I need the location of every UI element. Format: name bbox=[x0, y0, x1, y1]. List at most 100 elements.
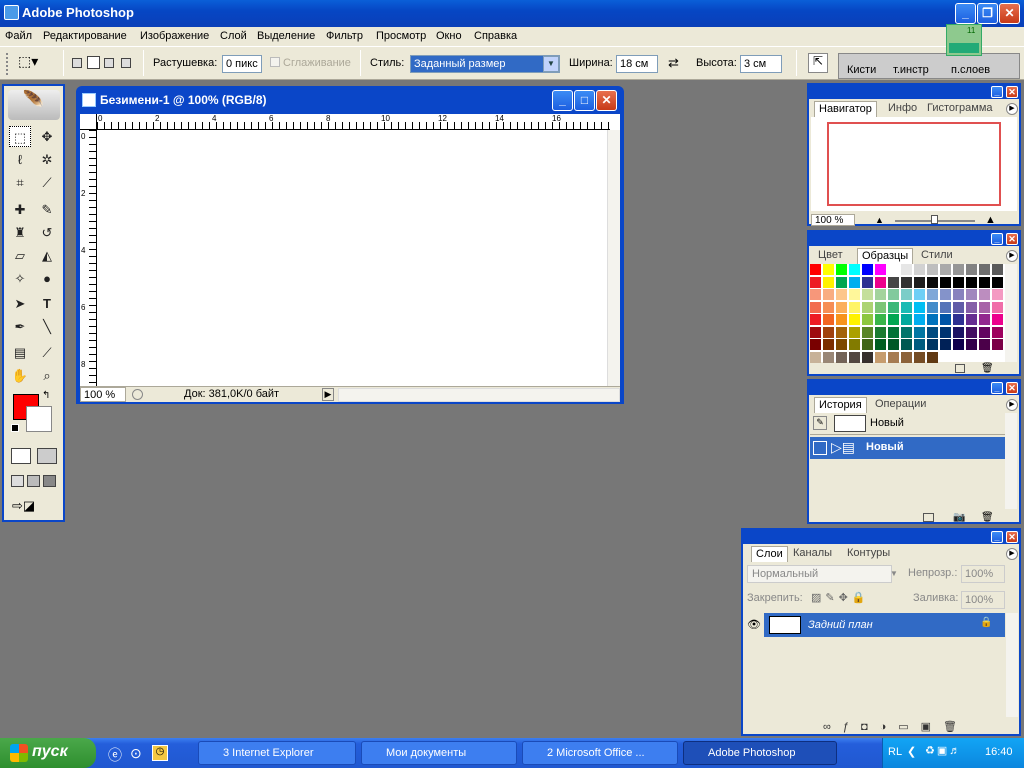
tab-navigator[interactable]: Навигатор bbox=[814, 101, 877, 117]
tab-channels[interactable]: Каналы bbox=[789, 546, 836, 562]
color-swatch[interactable] bbox=[823, 314, 834, 325]
menu-file[interactable]: Файл bbox=[5, 30, 32, 42]
marquee-tool-icon[interactable]: ⬚ bbox=[9, 126, 31, 147]
eye-icon[interactable]: 👁 bbox=[744, 613, 764, 637]
status-icon[interactable] bbox=[132, 389, 143, 400]
palette-menu-icon[interactable]: ▶ bbox=[1006, 250, 1018, 262]
color-swatch[interactable] bbox=[992, 326, 1003, 338]
color-swatch[interactable] bbox=[875, 289, 886, 300]
color-swatch[interactable] bbox=[888, 339, 899, 350]
color-swatch[interactable] bbox=[940, 339, 951, 350]
color-swatch[interactable] bbox=[862, 289, 873, 300]
color-swatch[interactable] bbox=[836, 276, 847, 288]
color-swatch[interactable] bbox=[940, 289, 951, 300]
brush-tool-icon[interactable]: ✎ bbox=[36, 199, 58, 220]
color-swatch[interactable] bbox=[940, 326, 951, 338]
color-swatch[interactable] bbox=[810, 289, 821, 300]
path-select-icon[interactable]: ➤ bbox=[9, 293, 31, 314]
color-swatch[interactable] bbox=[810, 351, 821, 363]
task-my-documents[interactable]: Мои документы bbox=[361, 741, 517, 765]
swatch-scrollbar[interactable] bbox=[1005, 264, 1017, 362]
pen-tool-icon[interactable]: ✒ bbox=[9, 316, 31, 337]
screen-mode-full-menu-icon[interactable] bbox=[27, 475, 40, 487]
zoom-tool-icon[interactable]: ⌕ bbox=[36, 365, 58, 386]
color-swatch[interactable] bbox=[979, 264, 990, 275]
color-swatch[interactable] bbox=[875, 326, 886, 338]
horizontal-scrollbar[interactable] bbox=[338, 388, 620, 402]
color-swatch[interactable] bbox=[927, 301, 938, 313]
color-swatch[interactable] bbox=[966, 276, 977, 288]
color-swatch[interactable] bbox=[953, 339, 964, 350]
tab-actions[interactable]: Операции bbox=[871, 397, 930, 413]
color-swatch[interactable] bbox=[914, 301, 925, 313]
move-tool-icon[interactable]: ✥ bbox=[36, 126, 58, 147]
color-swatch[interactable] bbox=[927, 314, 938, 325]
eraser-tool-icon[interactable]: ▱ bbox=[9, 245, 31, 266]
palette-close-button[interactable]: ✕ bbox=[1006, 382, 1018, 394]
color-swatch[interactable] bbox=[888, 276, 899, 288]
fill-input[interactable]: 100% bbox=[961, 591, 1005, 609]
chevron-down-icon[interactable]: ▼ bbox=[543, 56, 559, 72]
file-browser-icon[interactable]: ⇱ bbox=[808, 53, 828, 73]
color-swatch[interactable] bbox=[927, 339, 938, 350]
height-input[interactable]: 3 см bbox=[740, 55, 782, 73]
color-swatch[interactable] bbox=[862, 326, 873, 338]
color-swatch[interactable] bbox=[966, 301, 977, 313]
color-swatch[interactable] bbox=[810, 301, 821, 313]
clone-stamp-icon[interactable]: ♜ bbox=[9, 222, 31, 243]
outlook-quicklaunch-icon[interactable]: ⊙ bbox=[130, 745, 142, 762]
color-swatch[interactable] bbox=[979, 289, 990, 300]
color-swatch[interactable] bbox=[914, 326, 925, 338]
crop-tool-icon[interactable]: ⌗ bbox=[9, 172, 31, 193]
color-swatch[interactable] bbox=[875, 264, 886, 275]
color-swatch[interactable] bbox=[810, 339, 821, 350]
color-swatch[interactable] bbox=[914, 314, 925, 325]
color-swatch[interactable] bbox=[979, 301, 990, 313]
vertical-ruler[interactable]: 0 2 4 6 8 bbox=[80, 130, 97, 387]
color-swatch[interactable] bbox=[849, 351, 860, 363]
color-swatch[interactable] bbox=[927, 351, 938, 363]
task-adobe-photoshop[interactable]: Adobe Photoshop bbox=[683, 741, 837, 765]
color-swatch[interactable] bbox=[836, 326, 847, 338]
ie-quicklaunch-icon[interactable]: ⓔ bbox=[108, 745, 122, 765]
color-swatch[interactable] bbox=[992, 289, 1003, 300]
tab-layers[interactable]: Слои bbox=[751, 546, 788, 562]
color-swatch[interactable] bbox=[875, 314, 886, 325]
color-swatch[interactable] bbox=[992, 301, 1003, 313]
color-swatch[interactable] bbox=[862, 276, 873, 288]
quick-mask-icon[interactable] bbox=[37, 448, 57, 464]
color-swatch[interactable] bbox=[927, 264, 938, 275]
history-state-checkbox[interactable] bbox=[813, 441, 827, 455]
color-swatch[interactable] bbox=[849, 314, 860, 325]
horizontal-ruler[interactable]: 0 2 4 6 8 10 12 14 16 bbox=[97, 114, 610, 130]
swap-colors-icon[interactable]: ↰ bbox=[42, 390, 50, 401]
menu-image[interactable]: Изображение bbox=[140, 30, 209, 42]
screen-mode-full-icon[interactable] bbox=[43, 475, 56, 487]
color-swatch[interactable] bbox=[849, 326, 860, 338]
palette-minimize-button[interactable]: _ bbox=[991, 382, 1003, 394]
palette-minimize-button[interactable]: _ bbox=[991, 531, 1003, 543]
color-swatch[interactable] bbox=[810, 314, 821, 325]
palette-close-button[interactable]: ✕ bbox=[1006, 233, 1018, 245]
healing-brush-icon[interactable]: ✚ bbox=[9, 199, 31, 220]
color-swatch[interactable] bbox=[849, 276, 860, 288]
color-swatch[interactable] bbox=[927, 326, 938, 338]
hand-tool-icon[interactable]: ✋ bbox=[9, 365, 31, 386]
color-swatch[interactable] bbox=[992, 339, 1003, 350]
new-document-icon[interactable] bbox=[923, 513, 934, 522]
task-microsoft-office[interactable]: 2 Microsoft Office ... bbox=[522, 741, 678, 765]
color-swatch[interactable] bbox=[953, 276, 964, 288]
swap-icon[interactable]: ⇄ bbox=[668, 55, 679, 71]
color-swatch[interactable] bbox=[849, 264, 860, 275]
color-swatch[interactable] bbox=[823, 351, 834, 363]
history-brush-source-icon[interactable]: ✎ bbox=[813, 416, 827, 430]
color-swatch[interactable] bbox=[979, 314, 990, 325]
palette-minimize-button[interactable]: _ bbox=[991, 233, 1003, 245]
swatch-grid[interactable] bbox=[810, 264, 1005, 363]
doc-minimize-button[interactable]: _ bbox=[552, 90, 573, 111]
color-swatch[interactable] bbox=[849, 289, 860, 300]
color-swatch[interactable] bbox=[836, 264, 847, 275]
color-swatch[interactable] bbox=[875, 339, 886, 350]
color-swatch[interactable] bbox=[849, 301, 860, 313]
color-swatch[interactable] bbox=[966, 326, 977, 338]
